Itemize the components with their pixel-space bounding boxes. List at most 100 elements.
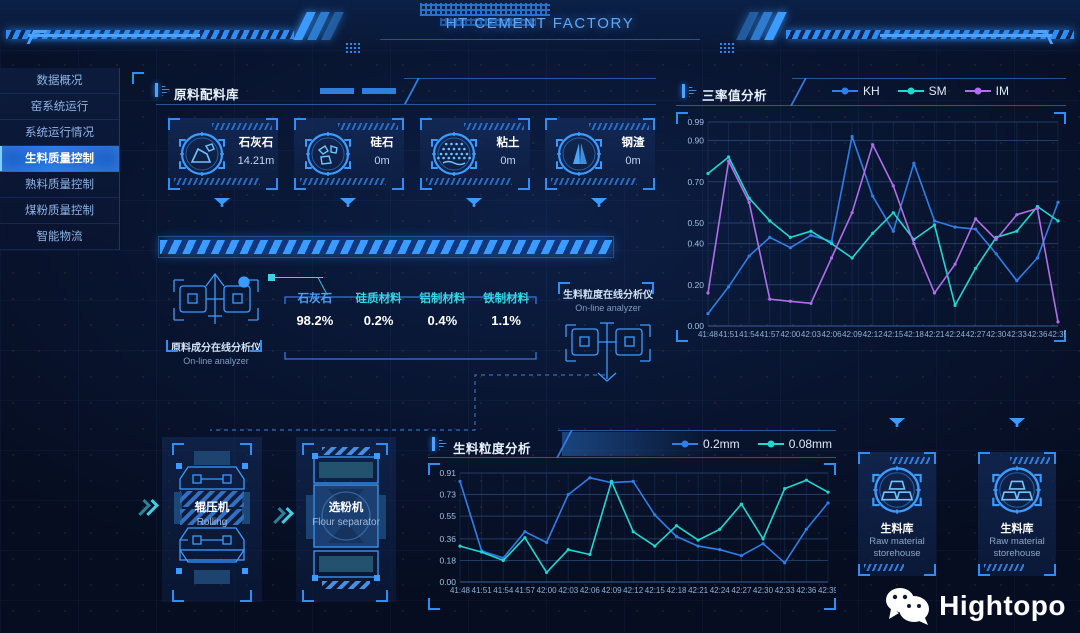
chart1-legend: KH SM IM [832, 84, 1009, 98]
chart2-title-mark [432, 437, 435, 451]
silo-card-0[interactable]: 石灰石 14.21m [168, 118, 278, 190]
series-point [788, 235, 792, 239]
legend-item-SM[interactable]: SM [897, 84, 947, 98]
sidebar-item-6[interactable]: 智能物流 [0, 224, 119, 250]
series-point [1015, 279, 1019, 283]
series-point [588, 552, 592, 557]
x-axis-tick-label: 41:48 [450, 586, 471, 595]
x-axis-tick-label: 41:57 [515, 586, 536, 595]
series-point [891, 211, 895, 215]
series-point [768, 235, 772, 239]
composition-value-1: 0.2% [363, 313, 394, 328]
series-point [544, 570, 549, 575]
series-point [566, 492, 570, 497]
analyzer-subtitle: On-line analyzer [575, 303, 641, 313]
granularity-chart[interactable]: 0.000.180.360.550.730.9141:48 41:51 41:54 4… [428, 463, 836, 610]
panel-title-mark [155, 83, 158, 97]
x-axis-tick-label: 42:30 [986, 330, 1007, 339]
legend-marker [897, 87, 924, 95]
page-title: HT CEMENT FACTORY [445, 15, 635, 32]
storehouse-card-1[interactable]: 生料库 Raw material storehouse [978, 452, 1056, 576]
silo-text: 钢渣 0m [611, 134, 655, 167]
series-point [523, 530, 527, 534]
legend-item-0_2mm[interactable]: 0.2mm [672, 437, 740, 451]
series-point [953, 225, 957, 229]
silo-level-value: 0m [500, 155, 516, 167]
series-point [696, 544, 700, 548]
machine-subtitle: Flour separator [312, 517, 380, 528]
silo-card-1[interactable]: 硅石 0m [294, 118, 404, 190]
sidebar-item-5[interactable]: 煤粉质量控制 [0, 198, 119, 224]
x-axis-tick-label: 42:36 [1027, 330, 1048, 339]
x-axis-tick-label: 42:33 [1007, 330, 1028, 339]
sidebar-item-3[interactable]: 生料质量控制 [0, 146, 119, 172]
flour-separator-card[interactable]: 选粉机 Flour separator [296, 437, 396, 602]
sidebar-item-1[interactable]: 窑系统运行 [0, 94, 119, 120]
storehouse-name: 生料库 [1000, 523, 1034, 535]
y-axis-tick-label: 0.55 [439, 511, 456, 521]
silica-rock-icon [302, 128, 354, 180]
x-axis-tick-label: 41:54 [739, 330, 760, 339]
composition-value-3: 1.1% [491, 313, 521, 328]
rolling-machine-card[interactable]: 辊压机 Rolling [162, 437, 262, 602]
machine-label: 选粉机 Flour separator [296, 499, 396, 528]
x-axis-tick-label: 42:18 [666, 586, 687, 595]
series-point [588, 476, 592, 480]
series-point [739, 502, 744, 506]
y-axis-tick-label: 0.36 [439, 534, 456, 544]
ratio-analysis-chart[interactable]: 0.000.200.400.500.700.900.9941:48 41:51 41… [676, 112, 1066, 354]
y-axis-tick-label: 0.73 [439, 490, 456, 500]
sidebar-item-label: 数据概况 [36, 75, 83, 87]
series-point [912, 161, 916, 165]
series-point [696, 538, 700, 542]
series-point [850, 256, 854, 260]
x-axis-tick-label: 42:12 [623, 586, 644, 595]
series-point [809, 301, 813, 305]
silo-name: 硅石 [370, 137, 394, 149]
legend-item-0_08mm[interactable]: 0.08mm [757, 437, 832, 451]
legend-item-KH[interactable]: KH [832, 84, 880, 98]
series-point [1035, 256, 1040, 260]
silo-card-2[interactable]: 粘土 0m [420, 118, 530, 190]
silo-text: 粘土 0m [486, 134, 530, 167]
series-point [804, 478, 808, 482]
x-axis-tick-label: 42:12 [863, 330, 884, 339]
composition-table: 石灰石 硅质材料 铝制材料 铁制材料 98.2% 0.2% 0.4% 1.1% [283, 290, 538, 348]
watermark-text: Hightopo [939, 590, 1066, 621]
series-point [718, 527, 722, 531]
silo-card-3[interactable]: 钢渣 0m [545, 118, 655, 190]
series-point [761, 542, 765, 546]
sidebar-item-label: 熟料质量控制 [25, 179, 94, 191]
series-point [761, 537, 765, 541]
flow-arrow-icon [134, 499, 160, 516]
x-axis-tick-label: 42:06 [822, 330, 843, 339]
header-wing-right [880, 34, 1052, 37]
sidebar-item-0[interactable]: 数据概况 [0, 68, 119, 94]
series-point [932, 219, 937, 223]
sidebar-item-label: 生料质量控制 [25, 153, 94, 165]
legend-item-IM[interactable]: IM [964, 84, 1009, 98]
storehouse-name: 生料库 [880, 523, 914, 535]
series-point [501, 558, 505, 563]
composition-value-0: 98.2% [296, 313, 334, 328]
x-axis-tick-label: 42:09 [602, 586, 623, 595]
storehouse-hatch [864, 564, 904, 571]
series-line-SM [707, 156, 1059, 307]
x-axis-tick-label: 42:24 [710, 586, 731, 595]
sidebar-item-2[interactable]: 系统运行情况 [0, 120, 119, 146]
series-point [953, 262, 957, 266]
y-axis-tick-label: 0.91 [439, 468, 456, 478]
storehouse-hatch [984, 564, 1024, 571]
chart2-divider [428, 457, 836, 458]
series-point [747, 200, 751, 204]
series-point [631, 479, 635, 483]
storehouse-card-0[interactable]: 生料库 Raw material storehouse [858, 452, 936, 576]
header-wing-left [28, 34, 200, 37]
series-point [718, 548, 722, 552]
sidebar-item-4[interactable]: 熟料质量控制 [0, 172, 119, 198]
y-axis-tick-label: 0.20 [687, 280, 704, 290]
composition-header-3: 铁制材料 [483, 293, 530, 305]
granularity-chart-title: 生料粒度分析 [453, 442, 532, 456]
panel-deco-block [362, 88, 396, 94]
silo-text: 硅石 0m [360, 134, 404, 167]
